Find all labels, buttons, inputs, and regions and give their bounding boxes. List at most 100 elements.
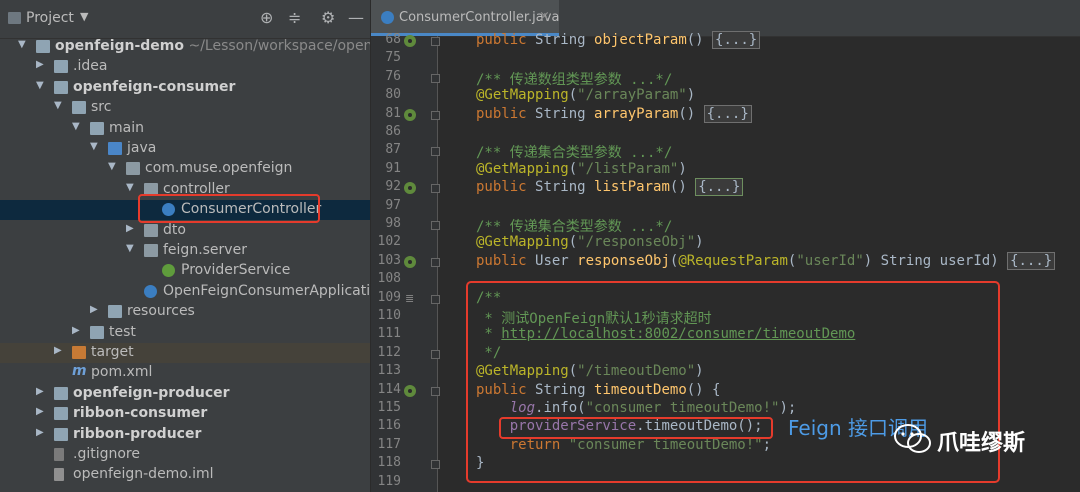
close-icon[interactable]: × — [539, 9, 550, 24]
chevron-right-icon[interactable]: ▶ — [36, 386, 46, 397]
chevron-down-icon[interactable]: ▼ — [18, 39, 28, 50]
tree-item[interactable]: ▼ src — [0, 98, 370, 118]
code-line[interactable]: /** 传递集合类型参数 ...*/ — [476, 142, 672, 162]
spring-bean-icon[interactable] — [404, 384, 416, 397]
code-line[interactable]: public String arrayParam() {...} — [476, 104, 752, 123]
line-number: 97 — [385, 197, 401, 213]
source-folder-icon — [108, 142, 122, 155]
tree-item[interactable]: ▼ openfeign-consumer — [0, 78, 370, 98]
chevron-down-icon[interactable]: ▼ — [80, 10, 88, 23]
gear-icon[interactable]: ⚙ — [321, 9, 335, 27]
chevron-right-icon[interactable]: ▶ — [36, 427, 46, 438]
line-number: 68 — [385, 32, 401, 47]
tree-item-label: java — [127, 140, 157, 156]
fold-marker-icon[interactable] — [431, 349, 440, 359]
fold-marker-icon[interactable] — [431, 147, 440, 157]
tree-item-label: openfeign-demo ~/Lesson/workspace/openfe… — [55, 38, 370, 54]
tree-item-label: feign.server — [163, 242, 247, 258]
chevron-down-icon[interactable]: ▼ — [72, 121, 82, 132]
tree-item[interactable]: ▶ dto — [0, 221, 370, 241]
fold-marker-icon[interactable] — [431, 73, 440, 83]
chevron-down-icon[interactable]: ▼ — [108, 161, 118, 172]
spring-bean-icon[interactable] — [404, 35, 416, 47]
module-folder-icon — [54, 407, 68, 421]
chevron-right-icon[interactable]: ▶ — [72, 325, 82, 336]
chevron-right-icon[interactable]: ▶ — [36, 406, 46, 417]
code-line[interactable]: @GetMapping("/arrayParam") — [476, 87, 695, 103]
line-number: 103 — [377, 252, 401, 268]
chevron-right-icon[interactable]: ▶ — [126, 223, 136, 234]
code-line[interactable]: @GetMapping("/responseObj") — [476, 234, 704, 250]
line-number: 113 — [377, 363, 401, 379]
code-line[interactable]: /** 传递数组类型参数 ...*/ — [476, 69, 672, 89]
tree-item[interactable]: ProviderService — [0, 261, 370, 281]
tree-item[interactable]: ▶ openfeign-producer — [0, 384, 370, 404]
locate-target-icon[interactable]: ⊕ — [260, 9, 273, 27]
tree-item[interactable]: ▶ test — [0, 323, 370, 343]
package-icon — [144, 223, 158, 237]
chevron-down-icon[interactable]: ▼ — [126, 243, 136, 254]
line-number: 102 — [377, 234, 401, 250]
tree-item[interactable]: ▶ ribbon-producer — [0, 425, 370, 445]
ide-window: Project ▼ ⊕ ≑ ⚙ — ▼ openfeign-demo ~/Less… — [0, 0, 1080, 492]
chevron-right-icon[interactable]: ▶ — [54, 345, 64, 356]
tree-item[interactable]: ▼ java — [0, 139, 370, 159]
tree-item[interactable]: m pom.xml — [0, 363, 370, 383]
tree-item[interactable]: ▶ resources — [0, 302, 370, 322]
code-line[interactable]: public String listParam() {...} — [476, 178, 744, 197]
collapse-all-icon[interactable]: ≑ — [288, 9, 301, 27]
excluded-folder-icon — [72, 346, 86, 359]
chevron-down-icon[interactable]: ▼ — [36, 80, 46, 91]
code-line[interactable]: @GetMapping("/listParam") — [476, 161, 687, 177]
tree-item[interactable]: ▶ ribbon-consumer — [0, 404, 370, 424]
tree-item[interactable]: ▶ target — [0, 343, 370, 363]
tree-item[interactable]: ▼ com.muse.openfeign — [0, 159, 370, 179]
tree-item-label: src — [91, 99, 112, 116]
tree-item-path: ~/Lesson/workspace/openfeign-d — [188, 38, 370, 54]
tree-item[interactable]: ▶ .idea — [0, 57, 370, 77]
code-line[interactable]: /** 传递集合类型参数 ...*/ — [476, 216, 672, 236]
fold-marker-icon[interactable] — [431, 460, 440, 470]
highlight-box-provider-call — [499, 417, 773, 439]
watermark: 爪哇缪斯 — [893, 420, 1073, 460]
highlight-box-consumer-controller — [138, 194, 320, 223]
project-title[interactable]: Project — [26, 10, 74, 26]
tree-item-label: dto — [163, 221, 186, 238]
chevron-right-icon[interactable]: ▶ — [90, 304, 100, 315]
fold-marker-icon[interactable] — [431, 386, 440, 396]
tab-consumer-controller[interactable]: ConsumerController.java × — [371, 0, 559, 36]
tree-item[interactable]: ▼ main — [0, 119, 370, 139]
line-number: 98 — [385, 216, 401, 231]
tree-item[interactable]: ▼ feign.server — [0, 241, 370, 261]
fold-marker-icon[interactable] — [431, 221, 440, 230]
tree-item-label: openfeign-consumer — [73, 78, 236, 95]
chevron-down-icon[interactable]: ▼ — [54, 100, 64, 111]
tree-item[interactable]: ▼ openfeign-demo ~/Lesson/workspace/openf… — [0, 37, 370, 57]
fold-marker-icon[interactable] — [431, 184, 440, 194]
fold-marker-icon[interactable] — [431, 257, 440, 267]
spring-bean-icon[interactable] — [404, 108, 416, 121]
spring-app-icon — [144, 284, 157, 298]
tree-item[interactable]: OpenFeignConsumerApplication — [0, 282, 370, 302]
chevron-right-icon[interactable]: ▶ — [36, 59, 46, 70]
line-number: 75 — [385, 50, 401, 66]
spring-bean-icon[interactable] — [404, 255, 416, 268]
line-number: 87 — [385, 142, 401, 158]
line-number: 114 — [377, 381, 401, 397]
fold-marker-icon[interactable] — [431, 110, 440, 120]
code-line[interactable]: public User responseObj(@RequestParam("u… — [476, 251, 1056, 270]
tree-item-label: resources — [127, 303, 195, 320]
line-number: 118 — [377, 455, 401, 471]
fold-marker-icon[interactable] — [431, 294, 440, 304]
tree-item[interactable]: openfeign-demo.iml — [0, 465, 370, 485]
fold-marker-icon[interactable] — [431, 37, 440, 46]
tree-item[interactable]: .gitignore — [0, 445, 370, 465]
interface-icon — [162, 264, 175, 278]
chevron-down-icon[interactable]: ▼ — [126, 182, 136, 193]
code-line[interactable]: public String objectParam() {...} — [476, 31, 761, 49]
line-number: 112 — [377, 344, 401, 360]
chevron-down-icon[interactable]: ▼ — [90, 141, 100, 152]
javadoc-icon[interactable]: ≣ — [405, 292, 414, 305]
hide-panel-icon[interactable]: — — [348, 9, 364, 27]
line-number: 76 — [385, 68, 401, 84]
